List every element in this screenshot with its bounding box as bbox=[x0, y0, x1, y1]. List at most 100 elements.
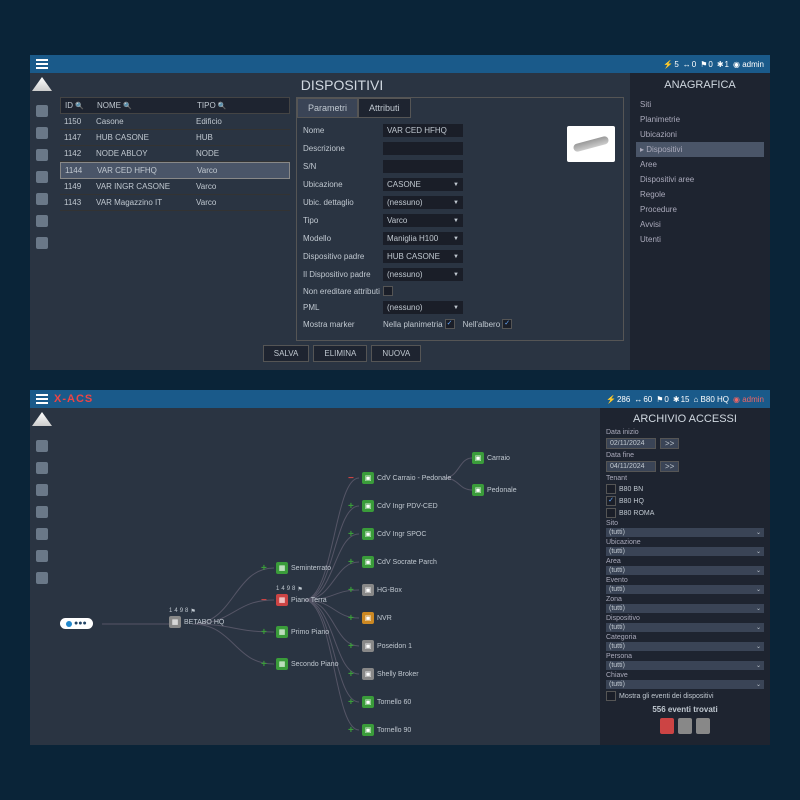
tenant-checkbox[interactable] bbox=[606, 496, 616, 506]
menu-icon[interactable] bbox=[36, 394, 48, 404]
tenant-checkbox[interactable] bbox=[606, 508, 616, 518]
save-button[interactable]: SALVA bbox=[263, 345, 310, 362]
search-icon[interactable]: 🔍 bbox=[123, 102, 132, 110]
nav-item-1[interactable] bbox=[36, 105, 48, 117]
date-end-go[interactable]: >> bbox=[660, 461, 679, 472]
desc-input[interactable] bbox=[383, 142, 463, 155]
search-icon[interactable]: 🔍 bbox=[218, 102, 227, 110]
export-xls-icon[interactable] bbox=[696, 718, 710, 734]
expand-icon[interactable]: + bbox=[348, 641, 354, 652]
tree-node[interactable]: ▣Tornello 90 bbox=[362, 724, 411, 736]
anag-item[interactable]: Procedure bbox=[636, 202, 764, 217]
filter-select[interactable]: (tutti)⌄ bbox=[606, 585, 764, 594]
table-row[interactable]: 1143VAR Magazzino ITVarco bbox=[60, 195, 290, 211]
anag-item[interactable]: Utenti bbox=[636, 232, 764, 247]
tree-node[interactable]: ▣CdV Carraio - Pedonale bbox=[362, 472, 451, 484]
nav-item-1[interactable] bbox=[36, 440, 48, 452]
expand-icon[interactable]: + bbox=[348, 557, 354, 568]
marker-plan-checkbox[interactable] bbox=[445, 319, 455, 329]
modello-select[interactable]: Maniglia H100▼ bbox=[383, 232, 463, 245]
tree-node[interactable]: 1498⚑▦Piano Terra bbox=[276, 594, 327, 606]
search-icon[interactable]: 🔍 bbox=[75, 102, 84, 110]
expand-icon[interactable]: + bbox=[348, 669, 354, 680]
tree-node[interactable]: ▣CdV Socrate Parch bbox=[362, 556, 437, 568]
expand-icon[interactable]: + bbox=[348, 529, 354, 540]
filter-select[interactable]: (tutti)⌄ bbox=[606, 566, 764, 575]
nav-item-2[interactable] bbox=[36, 127, 48, 139]
tree-node[interactable]: ▦Primo Piano bbox=[276, 626, 329, 638]
tree-view[interactable]: ●●● 1498⚑ ▦BETABO HQ ▦Seminterrato+1498⚑… bbox=[54, 408, 600, 745]
collapse-icon[interactable]: − bbox=[261, 595, 267, 606]
menu-icon[interactable] bbox=[36, 59, 48, 69]
nav-item-7[interactable] bbox=[36, 237, 48, 249]
pml-select[interactable]: (nessuno)▼ bbox=[383, 301, 463, 314]
anag-item[interactable]: Regole bbox=[636, 187, 764, 202]
table-row[interactable]: 1149VAR INGR CASONEVarco bbox=[60, 179, 290, 195]
nav-item-3[interactable] bbox=[36, 149, 48, 161]
expand-icon[interactable]: + bbox=[348, 613, 354, 624]
user-icon[interactable]: ◉ admin bbox=[733, 60, 764, 69]
filter-select[interactable]: (tutti)⌄ bbox=[606, 547, 764, 556]
anag-item[interactable]: Avvisi bbox=[636, 217, 764, 232]
tree-node[interactable]: ▣Poseidon 1 bbox=[362, 640, 412, 652]
delete-button[interactable]: ELIMINA bbox=[313, 345, 367, 362]
filter-select[interactable]: (tutti)⌄ bbox=[606, 604, 764, 613]
table-row[interactable]: 1147HUB CASONEHUB bbox=[60, 130, 290, 146]
expand-icon[interactable]: + bbox=[261, 627, 267, 638]
tenant-checkbox[interactable] bbox=[606, 484, 616, 494]
tree-node[interactable]: ▣Tornello 60 bbox=[362, 696, 411, 708]
collapse-icon[interactable]: − bbox=[348, 473, 354, 484]
table-row[interactable]: 1142NODE ABLOYNODE bbox=[60, 146, 290, 162]
expand-icon[interactable]: + bbox=[261, 563, 267, 574]
tree-node-root[interactable]: 1498⚑ ▦BETABO HQ bbox=[169, 616, 224, 628]
tree-leaf[interactable]: ▣Carraio bbox=[472, 452, 510, 464]
date-start-go[interactable]: >> bbox=[660, 438, 679, 449]
date-end-input[interactable] bbox=[606, 461, 656, 472]
noered-checkbox[interactable] bbox=[383, 286, 393, 296]
new-button[interactable]: NUOVA bbox=[371, 345, 421, 362]
anag-item[interactable]: Aree bbox=[636, 157, 764, 172]
anag-item[interactable]: Dispositivi aree bbox=[636, 172, 764, 187]
ilpadre-select[interactable]: (nessuno)▼ bbox=[383, 268, 463, 281]
nav-item-7[interactable] bbox=[36, 572, 48, 584]
nav-item-6[interactable] bbox=[36, 550, 48, 562]
nav-item-5[interactable] bbox=[36, 193, 48, 205]
tree-node[interactable]: ▦Seminterrato bbox=[276, 562, 331, 574]
nav-item-4[interactable] bbox=[36, 506, 48, 518]
padre-select[interactable]: HUB CASONE▼ bbox=[383, 250, 463, 263]
nome-input[interactable] bbox=[383, 124, 463, 137]
user-icon[interactable]: ◉ admin bbox=[733, 395, 764, 404]
expand-icon[interactable]: + bbox=[348, 697, 354, 708]
ubic-select[interactable]: CASONE▼ bbox=[383, 178, 463, 191]
export-csv-icon[interactable] bbox=[678, 718, 692, 734]
expand-icon[interactable]: + bbox=[348, 585, 354, 596]
tree-node[interactable]: ▣CdV Ingr PDV-CED bbox=[362, 500, 438, 512]
tab-attributi[interactable]: Attributi bbox=[358, 98, 411, 118]
filter-select[interactable]: (tutti)⌄ bbox=[606, 680, 764, 689]
filter-select[interactable]: (tutti)⌄ bbox=[606, 623, 764, 632]
nav-item-4[interactable] bbox=[36, 171, 48, 183]
nav-item-3[interactable] bbox=[36, 484, 48, 496]
expand-icon[interactable]: + bbox=[261, 659, 267, 670]
show-events-checkbox[interactable] bbox=[606, 691, 616, 701]
tree-leaf[interactable]: ▣Pedonale bbox=[472, 484, 517, 496]
tree-node[interactable]: ▣HG-Box bbox=[362, 584, 402, 596]
nav-item-6[interactable] bbox=[36, 215, 48, 227]
marker-tree-checkbox[interactable] bbox=[502, 319, 512, 329]
tree-node[interactable]: ▦Secondo Piano bbox=[276, 658, 338, 670]
expand-icon[interactable]: + bbox=[348, 725, 354, 736]
anag-item[interactable]: Dispositivi bbox=[636, 142, 764, 157]
date-start-input[interactable] bbox=[606, 438, 656, 449]
export-pdf-icon[interactable] bbox=[660, 718, 674, 734]
site-badge[interactable]: ⌂ B80 HQ bbox=[693, 395, 729, 404]
expand-icon[interactable]: + bbox=[348, 501, 354, 512]
tipo-select[interactable]: Varco▼ bbox=[383, 214, 463, 227]
nav-item-5[interactable] bbox=[36, 528, 48, 540]
tree-node[interactable]: ▣Shelly Broker bbox=[362, 668, 419, 680]
tree-node[interactable]: ▣CdV Ingr SPOC bbox=[362, 528, 426, 540]
anag-item[interactable]: Planimetrie bbox=[636, 112, 764, 127]
anag-item[interactable]: Ubicazioni bbox=[636, 127, 764, 142]
ubicd-select[interactable]: (nessuno)▼ bbox=[383, 196, 463, 209]
filter-select[interactable]: (tutti)⌄ bbox=[606, 642, 764, 651]
table-row[interactable]: 1144VAR CED HFHQVarco bbox=[60, 162, 290, 179]
